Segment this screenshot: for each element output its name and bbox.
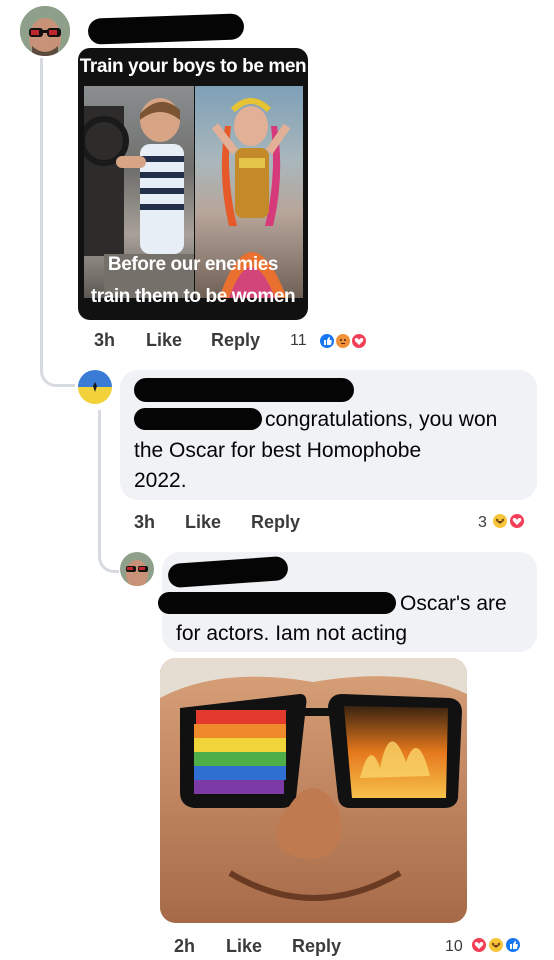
avatar[interactable] <box>20 6 70 56</box>
sunglasses-meme-image[interactable] <box>160 658 467 923</box>
like-link[interactable]: Like <box>146 330 182 351</box>
comment-text-line: Oscar's are <box>400 592 507 615</box>
like-link[interactable]: Like <box>185 512 221 533</box>
meme-bottom-caption-line2: train them to be women <box>90 286 296 307</box>
avatar-sunglasses-icon <box>20 6 70 56</box>
reply-link[interactable]: Reply <box>292 936 341 957</box>
avatar[interactable] <box>120 552 154 586</box>
thread-curve-reply1 <box>40 340 75 387</box>
meme-top-caption: Train your boys to be men <box>79 56 307 77</box>
avatar-sunglasses-icon <box>120 552 154 586</box>
redacted-username <box>87 13 245 45</box>
redacted-mention <box>158 592 396 614</box>
thread-line-main <box>40 58 43 370</box>
reply-link[interactable]: Reply <box>211 330 260 351</box>
reaction-count[interactable]: 11 <box>290 332 307 350</box>
reaction-count[interactable]: 3 <box>478 514 487 532</box>
reaction-count[interactable]: 10 <box>445 938 463 956</box>
ukraine-flag-icon <box>78 370 112 404</box>
meme-image[interactable]: Train your boys to be men Before our ene… <box>78 48 308 320</box>
timestamp[interactable]: 3h <box>94 330 115 350</box>
meme-bottom-caption-line1: Before our enemies <box>107 254 279 275</box>
reply-link[interactable]: Reply <box>251 512 300 533</box>
comment-text-line: congratulations, you won <box>265 408 498 431</box>
comment-text-line: 2022. <box>134 469 187 492</box>
comment-text-line: for actors. Iam not acting <box>176 622 408 645</box>
like-link[interactable]: Like <box>226 936 262 957</box>
comment1-meta: 3h <box>94 330 115 351</box>
haha-reaction-icon <box>487 936 505 954</box>
love-reaction-icon <box>350 332 368 350</box>
avatar-ukraine-flag[interactable] <box>78 370 112 404</box>
timestamp[interactable]: 2h <box>174 936 195 957</box>
comment-text-line: the Oscar for best Homophobe <box>134 439 422 462</box>
timestamp[interactable]: 3h <box>134 512 155 533</box>
love-reaction-icon <box>470 936 488 954</box>
like-reaction-icon <box>504 936 522 954</box>
thread-curve-reply2 <box>98 530 119 573</box>
love-reaction-icon <box>508 512 526 530</box>
redacted-username <box>134 378 354 402</box>
haha-reaction-icon <box>491 512 509 530</box>
redacted-mention <box>134 408 262 430</box>
